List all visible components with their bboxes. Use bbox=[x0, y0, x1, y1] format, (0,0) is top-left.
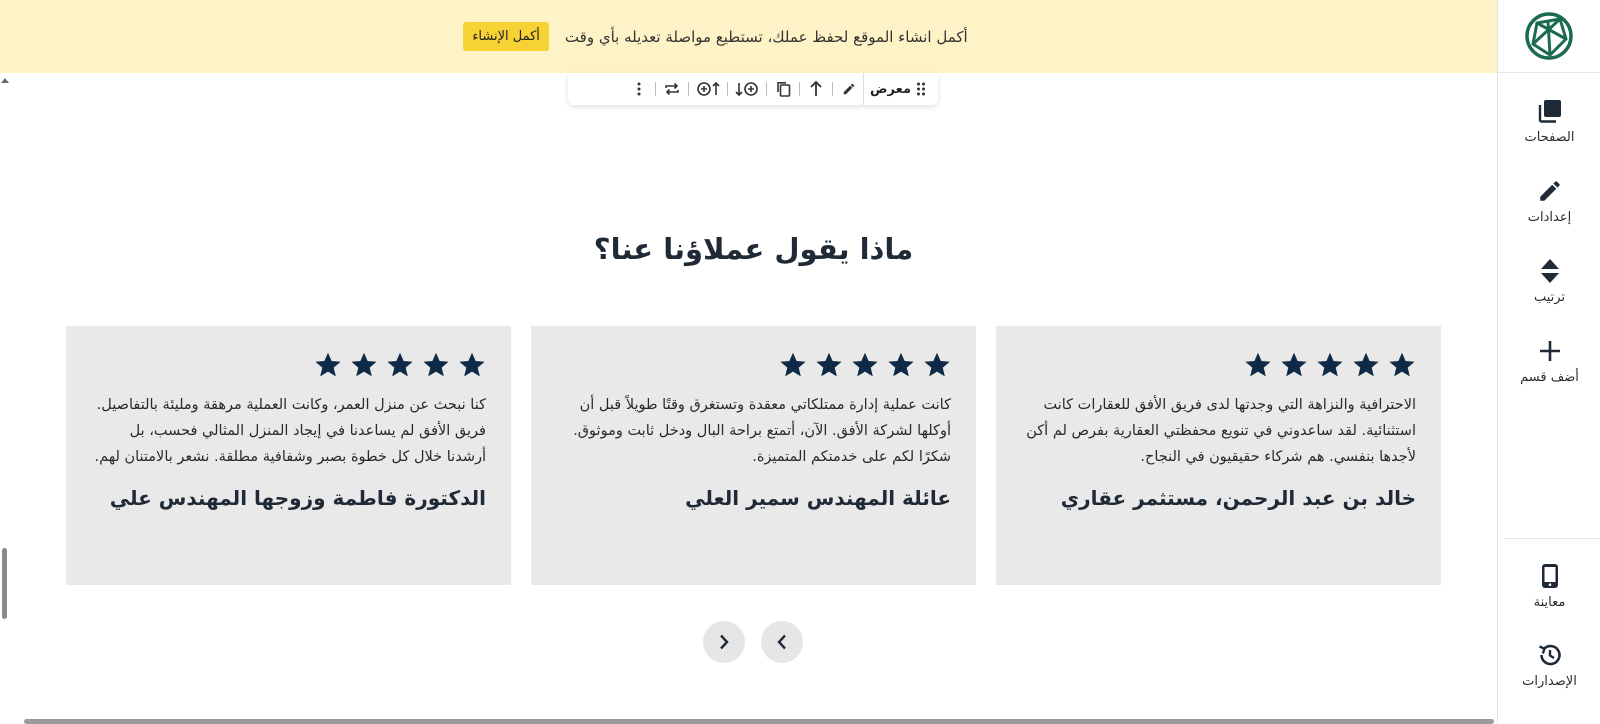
arrow-up-icon bbox=[810, 81, 822, 96]
drag-handle-icon bbox=[917, 82, 925, 96]
chevron-left-icon bbox=[777, 634, 786, 650]
scroll-up-arrow-icon[interactable] bbox=[1, 78, 9, 83]
star-icon bbox=[387, 352, 413, 377]
testimonial-author: عائلة المهندس سمير العلي bbox=[685, 486, 951, 510]
toolbar-divider bbox=[766, 82, 768, 96]
editor-sidebar: الصفحات إعدادات ترتيب أضف قسم معاينة الإ… bbox=[1497, 0, 1600, 724]
complete-setup-button[interactable]: أكمل الإنشاء bbox=[463, 22, 549, 51]
sidebar-item-versions[interactable]: الإصدارات bbox=[1498, 642, 1600, 689]
complete-setup-banner: أكمل انشاء الموقع لحفظ عملك، تستطيع مواص… bbox=[0, 0, 1497, 73]
edit-section-button[interactable] bbox=[838, 78, 860, 100]
star-rating bbox=[556, 350, 951, 380]
duplicate-section-button[interactable] bbox=[772, 78, 794, 100]
sidebar-item-label: معاينة bbox=[1533, 595, 1566, 610]
testimonial-quote: الاحترافية والنزاهة التي وجدتها لدى فريق… bbox=[1026, 397, 1416, 465]
section-drag-handle[interactable]: معرض bbox=[863, 73, 932, 105]
star-icon bbox=[852, 352, 878, 377]
star-rating bbox=[1021, 350, 1416, 380]
star-icon bbox=[780, 352, 806, 377]
plus-icon bbox=[1539, 341, 1560, 361]
add-below-icon bbox=[735, 82, 758, 97]
toolbar-divider bbox=[832, 82, 834, 96]
sidebar-item-settings[interactable]: إعدادات bbox=[1498, 178, 1600, 225]
sidebar-item-label: أضف قسم bbox=[1520, 370, 1579, 385]
vertical-scrollbar[interactable] bbox=[0, 73, 10, 724]
pencil-icon bbox=[1539, 181, 1560, 201]
move-up-button[interactable] bbox=[805, 78, 827, 100]
section-type-label: معرض bbox=[870, 81, 911, 97]
star-icon bbox=[351, 352, 377, 377]
section-toolbar: معرض bbox=[568, 73, 938, 105]
scrollbar-thumb[interactable] bbox=[2, 548, 7, 619]
horizontal-scrollbar[interactable] bbox=[24, 719, 1494, 724]
testimonial-author: الدكتورة فاطمة وزوجها المهندس علي bbox=[109, 486, 486, 510]
banner-message: أكمل انشاء الموقع لحفظ عملك، تستطيع مواص… bbox=[564, 27, 968, 46]
add-above-icon bbox=[697, 81, 720, 96]
sort-icon bbox=[1540, 259, 1559, 283]
toolbar-divider bbox=[799, 82, 801, 96]
sidebar-divider bbox=[1504, 538, 1600, 539]
mobile-phone-icon bbox=[1541, 564, 1558, 588]
sidebar-item-add-section[interactable]: أضف قسم bbox=[1498, 338, 1600, 385]
swap-section-button[interactable] bbox=[661, 78, 683, 100]
star-icon bbox=[315, 352, 341, 377]
star-icon bbox=[1389, 352, 1415, 377]
testimonial-quote: كانت عملية إدارة ممتلكاتي معقدة وتستغرق … bbox=[573, 397, 951, 465]
toolbar-divider bbox=[727, 82, 729, 96]
star-icon bbox=[1245, 352, 1271, 377]
testimonial-author: خالد بن عبد الرحمن، مستثمر عقاري bbox=[1060, 486, 1416, 510]
pencil-icon bbox=[843, 83, 855, 95]
toolbar-divider bbox=[688, 82, 690, 96]
sidebar-item-label: إعدادات bbox=[1527, 210, 1572, 225]
carousel-prev-button[interactable] bbox=[761, 621, 803, 663]
kebab-menu-icon bbox=[637, 82, 641, 96]
testimonial-card: كانت عملية إدارة ممتلكاتي معقدة وتستغرق … bbox=[531, 326, 976, 585]
pages-icon bbox=[1538, 100, 1561, 123]
sidebar-item-label: الصفحات bbox=[1524, 130, 1575, 145]
testimonial-quote: كنا نبحث عن منزل العمر، وكانت العملية مر… bbox=[94, 397, 487, 465]
star-icon bbox=[1353, 352, 1379, 377]
repeat-icon bbox=[665, 82, 679, 96]
testimonials-title: ماذا يقول عملاؤنا عنا؟ bbox=[593, 232, 914, 266]
star-rating bbox=[91, 350, 486, 380]
chevron-right-icon bbox=[720, 634, 729, 650]
star-icon bbox=[459, 352, 485, 377]
add-section-below-button[interactable] bbox=[733, 78, 761, 100]
sidebar-item-preview[interactable]: معاينة bbox=[1498, 563, 1600, 610]
sidebar-item-pages[interactable]: الصفحات bbox=[1498, 98, 1600, 145]
sidebar-item-label: الإصدارات bbox=[1522, 674, 1577, 689]
history-icon bbox=[1538, 644, 1561, 666]
star-icon bbox=[1317, 352, 1343, 377]
star-icon bbox=[1281, 352, 1307, 377]
sidebar-item-label: ترتيب bbox=[1533, 290, 1566, 305]
more-options-button[interactable] bbox=[628, 78, 650, 100]
sidebar-item-order[interactable]: ترتيب bbox=[1498, 258, 1600, 305]
star-icon bbox=[816, 352, 842, 377]
carousel-next-button[interactable] bbox=[703, 621, 745, 663]
star-icon bbox=[888, 352, 914, 377]
testimonial-card: كنا نبحث عن منزل العمر، وكانت العملية مر… bbox=[66, 326, 511, 585]
add-section-above-button[interactable] bbox=[694, 78, 722, 100]
testimonial-card: الاحترافية والنزاهة التي وجدتها لدى فريق… bbox=[996, 326, 1441, 585]
star-icon bbox=[924, 352, 950, 377]
logo-icon bbox=[1525, 12, 1573, 60]
brand-logo[interactable] bbox=[1498, 0, 1600, 73]
toolbar-divider bbox=[655, 82, 657, 96]
star-icon bbox=[423, 352, 449, 377]
copy-icon bbox=[776, 82, 790, 97]
